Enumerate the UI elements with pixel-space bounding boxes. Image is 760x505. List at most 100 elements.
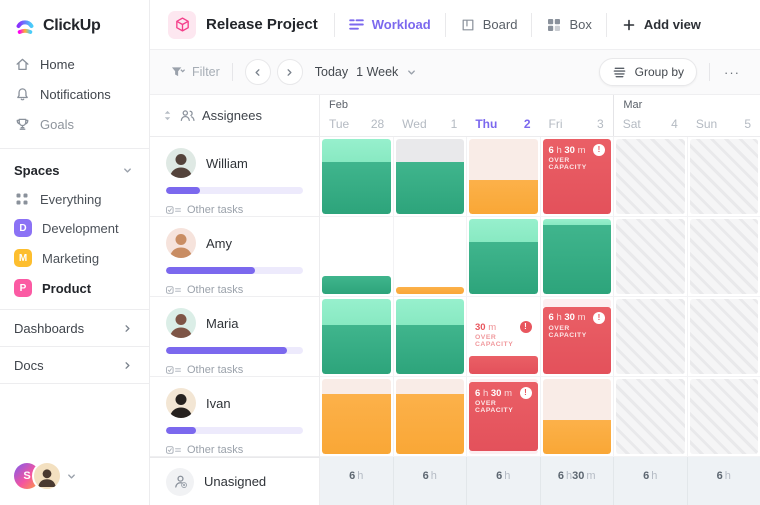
workload-cell[interactable] [614, 297, 688, 376]
bell-icon [14, 86, 30, 102]
workload-cell[interactable] [394, 217, 468, 296]
sidebar-item-label: Goals [40, 117, 74, 132]
workload-cell[interactable] [541, 217, 615, 296]
daily-total: 6 h [320, 457, 394, 505]
toolbar: Filter Today 1 Week Group by ··· [150, 50, 760, 95]
add-view-button[interactable]: Add view [606, 13, 715, 37]
filter-button[interactable]: Filter [170, 64, 220, 80]
unassigned-row[interactable]: Unasigned [150, 457, 320, 505]
other-tasks-toggle[interactable]: Other tasks [166, 362, 303, 378]
weekend-stripes [690, 219, 759, 294]
days-row: Tue28Wed1Thu2Fri3Sat4Sun5 [320, 111, 760, 136]
range-select[interactable]: 1 Week [356, 64, 419, 80]
sidebar-item-product[interactable]: P Product [0, 273, 149, 303]
workload-cell[interactable] [614, 377, 688, 456]
other-tasks-toggle[interactable]: Other tasks [166, 282, 303, 298]
assignee-panel[interactable]: AmyOther tasks [150, 217, 320, 297]
tab-board[interactable]: Board [445, 13, 532, 37]
workload-cell[interactable] [320, 297, 394, 376]
chevron-down-icon [403, 64, 419, 80]
workload-cell[interactable]: 6 h 30 m!OVER CAPACITY [541, 297, 615, 376]
prev-week-button[interactable] [245, 59, 271, 85]
over-capacity-label: OVER CAPACITY [475, 334, 532, 348]
workload-cell[interactable]: 6 h 30 m!OVER CAPACITY [467, 377, 541, 456]
workload-cell[interactable] [394, 137, 468, 216]
workload-cell[interactable] [541, 377, 615, 456]
months-row: FebMar [320, 95, 760, 111]
other-tasks-toggle[interactable]: Other tasks [166, 442, 303, 458]
daily-total: 6 h [688, 457, 760, 505]
clickup-logo[interactable]: ClickUp [0, 0, 149, 49]
space-item-label: Product [42, 281, 91, 296]
day-number: 5 [744, 117, 751, 131]
workload-cell[interactable] [688, 217, 760, 296]
date-header: FebMar Tue28Wed1Thu2Fri3Sat4Sun5 [320, 95, 760, 136]
day-number: 28 [371, 117, 384, 131]
other-tasks-toggle[interactable]: Other tasks [166, 202, 303, 218]
tab-label: Box [569, 17, 591, 32]
chevron-right-icon [282, 64, 298, 80]
workload-cell[interactable]: 6 h 30 m!OVER CAPACITY [541, 137, 615, 216]
section-label: Dashboards [14, 321, 84, 336]
workload-cell[interactable] [467, 217, 541, 296]
spaces-list: EverythingDDevelopmentMMarketing P Product [0, 185, 149, 303]
workload-cell[interactable] [394, 377, 468, 456]
workload-cell[interactable] [614, 217, 688, 296]
filter-icon [170, 64, 186, 80]
totals-cells: 6 h6 h6 h6 h 30 m6 h6 h [320, 457, 760, 505]
clickup-logo-text: ClickUp [43, 17, 100, 35]
workload-cell[interactable] [688, 137, 760, 216]
workload-cell[interactable] [320, 377, 394, 456]
progress-bar [166, 187, 303, 194]
workload-cell[interactable] [320, 217, 394, 296]
group-by-button[interactable]: Group by [599, 58, 697, 86]
spaces-header-label: Spaces [14, 163, 60, 178]
sidebar-item-everything[interactable]: Everything [0, 185, 149, 213]
user-menu-chevron-icon[interactable] [67, 472, 76, 481]
sidebar-item-goals[interactable]: Goals [0, 109, 149, 139]
main-area: Release Project WorkloadBoard Box Add view… [150, 0, 760, 505]
workload-cell[interactable]: 30 m!OVER CAPACITY [467, 297, 541, 376]
weekend-stripes [616, 219, 685, 294]
day-name: Wed [402, 117, 426, 131]
sidebar-item-notifications[interactable]: Notifications [0, 79, 149, 109]
capacity-time: 6 h 30 m [549, 312, 586, 323]
assignee-panel[interactable]: IvanOther tasks [150, 377, 320, 457]
space-badge: P [14, 279, 32, 297]
workload-cell[interactable] [467, 137, 541, 216]
user-avatar[interactable] [32, 461, 62, 491]
project-name: Release Project [206, 16, 318, 33]
totals-row: Unasigned 6 h6 h6 h6 h 30 m6 h6 h [150, 457, 760, 505]
day-header-fri: Fri3 [540, 111, 613, 136]
workload-cell[interactable] [614, 137, 688, 216]
workload-cell[interactable] [688, 297, 760, 376]
day-header-tue: Tue28 [320, 111, 393, 136]
spaces-header[interactable]: Spaces [0, 155, 149, 185]
sidebar-item-home[interactable]: Home [0, 49, 149, 79]
next-week-button[interactable] [277, 59, 303, 85]
workload-cell[interactable] [320, 137, 394, 216]
today-button[interactable]: Today [315, 65, 348, 79]
tab-workload[interactable]: Workload [334, 13, 445, 37]
progress-fill [166, 347, 287, 354]
sidebar: ClickUp HomeNotifications Goals Spaces Ev… [0, 0, 150, 505]
assignee-panel[interactable]: MariaOther tasks [150, 297, 320, 377]
other-tasks-label: Other tasks [187, 204, 243, 216]
more-options-button[interactable]: ··· [709, 63, 744, 81]
day-header-sat: Sat4 [613, 111, 687, 136]
day-name: Sun [696, 117, 717, 131]
assignees-header[interactable]: Assignees [150, 95, 320, 136]
chevron-left-icon [250, 64, 266, 80]
tab-box[interactable]: Box [531, 13, 605, 37]
view-tabs: WorkloadBoard Box Add view [334, 0, 715, 49]
weekend-stripes [690, 139, 759, 214]
assignee-row: IvanOther tasks 6 h 30 m!OVER CAPACITY [150, 377, 760, 457]
project-title: Release Project [168, 11, 334, 39]
workload-cell[interactable] [688, 377, 760, 456]
sidebar-item-development[interactable]: DDevelopment [0, 213, 149, 243]
sidebar-section-docs[interactable]: Docs [0, 346, 149, 384]
sidebar-section-dashboards[interactable]: Dashboards [0, 309, 149, 346]
assignee-panel[interactable]: WilliamOther tasks [150, 137, 320, 217]
workload-cell[interactable] [394, 297, 468, 376]
sidebar-item-marketing[interactable]: MMarketing [0, 243, 149, 273]
